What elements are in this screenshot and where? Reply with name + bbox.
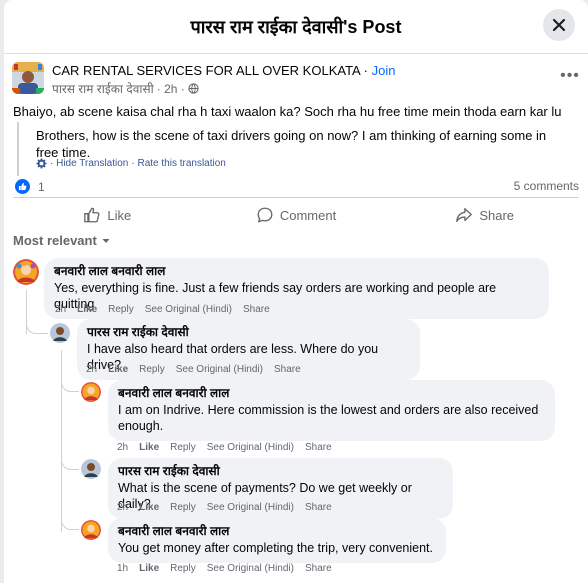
comment-time[interactable]: 2h [55,304,66,315]
comment-bubble: बनवारी लाल बनवारी लाल You get money afte… [108,518,446,563]
comment-see-original-button[interactable]: See Original (Hindi) [145,304,232,315]
comment-see-original-button[interactable]: See Original (Hindi) [207,442,294,453]
comment-actions: 1h Like Reply See Original (Hindi) Share [117,563,332,574]
reactions-row: 1 5 comments [13,178,579,196]
group-avatar[interactable] [12,62,44,94]
translation-links: · Hide Translation · Rate this translati… [36,158,226,169]
close-icon [552,18,566,32]
hide-translation-link[interactable]: · Hide Translation [50,158,128,169]
comment-time[interactable]: 1h [117,563,128,574]
post-actions: Like Comment Share [13,197,579,227]
globe-icon [188,83,199,94]
comment-author[interactable]: बनवारी लाल बनवारी लाल [118,524,436,539]
dialog-title: पारस राम राईका देवासी's Post [190,17,402,37]
comment-share-button[interactable]: Share [243,304,270,315]
post-time[interactable]: · 2h · [157,82,185,96]
avatar[interactable] [50,323,70,343]
comment-share-button[interactable]: Share [305,563,332,574]
avatar[interactable] [81,459,101,479]
thread-connector [61,518,79,530]
comment-text: You get money after completing the trip,… [118,541,433,555]
comment-share-button[interactable]: Share [274,364,301,375]
comment-reply-button[interactable]: Reply [170,502,196,513]
share-icon [456,208,473,222]
sort-label: Most relevant [13,233,97,248]
comment-share-button[interactable]: Share [305,502,332,513]
comment-text: I am on Indrive. Here commission is the … [118,403,539,433]
thumbs-up-icon [84,207,100,223]
comment-author[interactable]: बनवारी लाल बनवारी लाल [118,386,545,401]
comment-time[interactable]: 2h [86,364,97,375]
comment-reply-button[interactable]: Reply [108,304,134,315]
comment-count[interactable]: 5 comments [514,179,579,193]
comment-icon [257,207,273,223]
thread-connector [61,380,79,392]
like-button[interactable]: Like [13,198,202,227]
chevron-down-icon [102,238,110,243]
comment-author[interactable]: बनवारी लाल बनवारी लाल [54,264,539,279]
comment-see-original-button[interactable]: See Original (Hindi) [176,364,263,375]
share-button[interactable]: Share [390,198,579,227]
avatar[interactable] [81,520,101,540]
comment-actions: 2h Like Reply See Original (Hindi) Share [117,502,332,513]
comment-author[interactable]: पारस राम राईका देवासी [118,464,443,479]
post-header: CAR RENTAL SERVICES FOR ALL OVER KOLKATA… [12,61,582,97]
comment-like-button[interactable]: Like [139,563,159,574]
comment-bubble: बनवारी लाल बनवारी लाल I am on Indrive. H… [108,380,555,441]
avatar[interactable] [81,382,101,402]
comment-reply-button[interactable]: Reply [170,442,196,453]
post-author[interactable]: पारस राम राईका देवासी [52,80,154,97]
comment-button[interactable]: Comment [202,198,391,227]
more-options-button[interactable]: ••• [558,67,582,87]
comment-time[interactable]: 2h [117,442,128,453]
comment-label: Comment [279,207,337,223]
rate-translation-link[interactable]: · Rate this translation [131,158,226,169]
comment-reply-button[interactable]: Reply [170,563,196,574]
post-meta: पारस राम राईका देवासी · 2h · [52,80,199,97]
comment-reply-button[interactable]: Reply [139,364,165,375]
comment-like-button[interactable]: Like [139,442,159,453]
comment-actions: 2h Like Reply See Original (Hindi) Share [55,304,270,315]
group-name[interactable]: CAR RENTAL SERVICES FOR ALL OVER KOLKATA… [52,63,395,78]
avatar[interactable] [13,259,39,285]
join-link[interactable]: Join [372,63,396,78]
comment-see-original-button[interactable]: See Original (Hindi) [207,502,294,513]
post-dialog: पारस राम राईका देवासी's Post CAR RENTAL … [4,0,588,583]
share-label: Share [479,207,515,223]
post-text: Bhaiyo, ab scene kaisa chal rha h taxi w… [13,104,562,119]
close-button[interactable] [543,9,575,41]
reaction-count[interactable]: 1 [38,180,45,194]
like-label: Like [107,207,132,223]
comment-actions: 2h Like Reply See Original (Hindi) Share [117,442,332,453]
dialog-header: पारस राम राईका देवासी's Post [4,0,588,54]
comment-share-button[interactable]: Share [305,442,332,453]
thread-line [61,350,62,532]
translation-text: Brothers, how is the scene of taxi drive… [36,128,547,160]
comment-author[interactable]: पारस राम राईका देवासी [87,325,410,340]
comment-see-original-button[interactable]: See Original (Hindi) [207,563,294,574]
like-reaction-icon[interactable] [15,179,30,194]
thread-connector [61,458,79,470]
comment-like-button[interactable]: Like [108,364,128,375]
comment-time[interactable]: 2h [117,502,128,513]
comment-like-button[interactable]: Like [139,502,159,513]
comment-actions: 2h Like Reply See Original (Hindi) Share [86,364,301,375]
thread-connector [26,320,48,334]
sort-dropdown[interactable]: Most relevant [13,233,111,248]
more-dots-icon: ••• [560,67,580,84]
gear-icon [36,158,47,169]
comment-like-button[interactable]: Like [77,304,97,315]
translation-box: Brothers, how is the scene of taxi drive… [17,122,582,176]
